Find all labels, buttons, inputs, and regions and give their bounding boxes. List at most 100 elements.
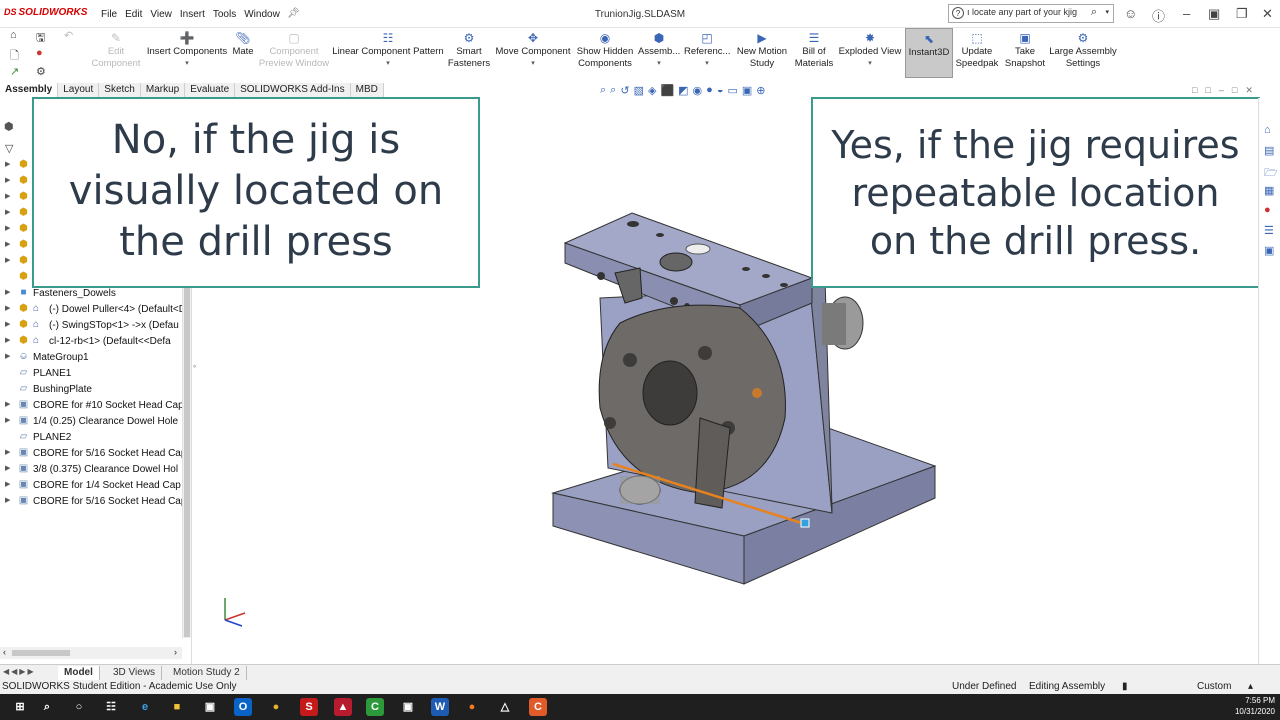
view-orientation-icon[interactable]: ⬛ [660,84,674,98]
smart-fasteners-button[interactable]: ⚙ Smart Fasteners [446,32,492,70]
chevron-up-icon[interactable]: ▴ [1248,681,1253,692]
feature-manager-tab-icon[interactable]: ⬢ [4,120,14,133]
scrollbar-thumb[interactable] [12,650,70,656]
user-icon[interactable]: ☺ [1124,6,1137,21]
tab-evaluate[interactable]: Evaluate [185,83,236,98]
take-snapshot-button[interactable]: ▣ Take Snapshot [1002,32,1048,70]
expand-arrow-icon[interactable]: ▶ [5,224,10,232]
linear-component-pattern-button[interactable]: ☷ Linear Component Pattern ▾ [332,32,444,70]
zoom-to-fit-icon[interactable]: ⌕ [600,84,606,98]
expand-arrow-icon[interactable]: ▶ [5,256,10,264]
tree-item[interactable]: ▶ ▣ 1/4 (0.25) Clearance Dowel Hole [0,414,182,430]
tree-item[interactable]: ▶ ▣ CBORE for 5/16 Socket Head Cap [0,494,182,510]
help-search-box[interactable]: ? ⌕ ▾ [948,4,1114,23]
chevron-down-icon[interactable]: ▾ [838,58,902,70]
hide-show-items-icon[interactable]: ◉ [693,84,703,98]
tree-item[interactable]: ▶ ▣ CBORE for 1/4 Socket Head Cap [0,478,182,494]
task-view-icon[interactable]: ☷ [102,698,120,716]
maximize-icon[interactable]: ▣ [1208,6,1220,22]
store-icon[interactable]: ▣ [201,698,219,716]
instant3d-toggle[interactable]: ⬉ Instant3D [905,28,953,78]
tree-item[interactable]: ▱ BushingPlate [0,382,182,398]
chevron-down-icon[interactable]: ▾ [144,58,230,70]
solidworks-taskbar-icon[interactable]: S [300,698,318,716]
file-explorer-icon[interactable]: 🗁︎ [1264,164,1278,183]
tree-item[interactable]: ▶ ⎉ MateGroup1 [0,350,182,366]
expand-arrow-icon[interactable]: ▶ [5,480,10,488]
scroll-right-icon[interactable]: › [174,647,177,657]
restore-icon[interactable]: ❐ [1236,6,1248,22]
tab-sketch[interactable]: Sketch [99,83,141,98]
pane-collapse-handle[interactable]: ° [193,364,200,380]
tree-item[interactable]: ▶ ▣ CBORE for #10 Socket Head Cap [0,398,182,414]
chevron-down-icon[interactable]: ▾ [638,58,680,70]
rebuild-status-icon[interactable]: ▮ [1122,681,1128,692]
tab-3d-views[interactable]: 3D Views [107,666,163,680]
rebuild-icon[interactable]: ● [36,47,43,59]
expand-arrow-icon[interactable]: ▶ [5,400,10,408]
unit-system[interactable]: Custom [1197,681,1231,692]
tree-item[interactable]: ▶ ■ Fasteners_Dowels [0,286,182,302]
tree-item[interactable]: ▶ ⬢ ⌂ (-) SwingSTop<1> ->x (Defau [0,318,182,334]
expand-arrow-icon[interactable]: ▶ [5,448,10,456]
select-icon[interactable]: ↗ [10,65,19,78]
chevron-down-icon[interactable]: ▾ [684,58,730,70]
expand-arrow-icon[interactable]: ▶ [5,240,10,248]
camera-app-icon[interactable]: ▣ [399,698,417,716]
menu-file[interactable]: File [97,9,121,20]
expand-arrow-icon[interactable]: ▶ [5,496,10,504]
expand-arrow-icon[interactable]: ▶ [5,352,10,360]
outlook-icon[interactable]: O [234,698,252,716]
scroll-left-icon[interactable]: ‹ [3,647,6,657]
expand-arrow-icon[interactable]: ▶ [5,288,10,296]
tree-horizontal-scrollbar[interactable]: ‹ › [0,647,182,659]
solidworks-resources-icon[interactable]: ⌂ [1264,124,1271,136]
expand-arrow-icon[interactable]: ▶ [5,320,10,328]
tree-item[interactable]: ▶ ⬢ ⌂ cl-12-rb<1> (Default<<Defa [0,334,182,350]
new-document-icon[interactable]: 🗋 [10,47,19,66]
edge-browser-icon[interactable]: e [136,698,154,716]
filter-icon[interactable]: ▽ [5,142,13,155]
cortana-icon[interactable]: ○ [70,698,88,716]
insert-components-button[interactable]: ➕ Insert Components ▾ [144,32,230,70]
firefox-icon[interactable]: ● [463,698,481,716]
new-motion-study-button[interactable]: ▶ New Motion Study [734,32,790,70]
tab-model[interactable]: Model [58,666,100,680]
system-clock[interactable]: 7:56 PM 10/31/2020 [1235,695,1275,717]
large-assembly-settings-button[interactable]: ⚙ Large Assembly Settings [1048,32,1118,70]
tab-navigation-arrows[interactable]: ◀◀▶▶ [3,667,36,676]
tab-layout[interactable]: Layout [58,83,100,98]
tab-markup[interactable]: Markup [140,83,186,98]
solidworks-forum-icon[interactable]: ▣ [1264,244,1274,257]
exploded-view-button[interactable]: ✸ Exploded View ▾ [838,32,902,70]
options-gear-icon[interactable]: ⚙ [36,65,46,78]
expand-arrow-icon[interactable]: ▶ [5,192,10,200]
recorder-app-icon[interactable]: C [529,698,547,716]
appearances-icon[interactable]: ● [1264,204,1271,216]
component-preview-window-button[interactable]: ▢ Component Preview Window [258,32,330,70]
tab-solidworks-add-ins[interactable]: SOLIDWORKS Add-Ins [235,83,351,98]
save-icon[interactable]: 🖫 [36,29,45,48]
expand-arrow-icon[interactable]: ▶ [5,176,10,184]
move-component-button[interactable]: ✥ Move Component ▾ [494,32,572,70]
menu-window[interactable]: Window [240,9,284,20]
word-icon[interactable]: W [431,698,449,716]
tree-item[interactable]: ▶ ▣ 3/8 (0.375) Clearance Dowel Hol [0,462,182,478]
expand-arrow-icon[interactable]: ▶ [5,336,10,344]
display-pane-icon[interactable]: ▣ [742,84,752,98]
tab-motion-study-2[interactable]: Motion Study 2 [167,666,247,680]
mate-button[interactable]: 📎︎ Mate [228,32,258,58]
tree-item[interactable]: ▱ PLANE2 [0,430,182,446]
view-palette-icon[interactable]: ▦ [1264,184,1274,197]
edit-component-button[interactable]: ✎ Edit Component [88,32,144,70]
expand-arrow-icon[interactable]: ▶ [5,464,10,472]
view-settings-icon[interactable]: ▭ [727,84,737,98]
expand-arrow-icon[interactable]: ▶ [5,160,10,168]
edit-appearance-icon[interactable]: ● [706,84,713,98]
help-icon[interactable]: ⓘ [1152,6,1165,25]
file-explorer-icon[interactable]: ■ [168,698,186,716]
tab-mbd[interactable]: MBD [350,83,384,98]
close-icon[interactable]: ✕ [1262,6,1273,22]
windows-start-icon[interactable]: ⊞ [11,698,29,716]
home-icon[interactable]: ⌂ [10,29,17,41]
